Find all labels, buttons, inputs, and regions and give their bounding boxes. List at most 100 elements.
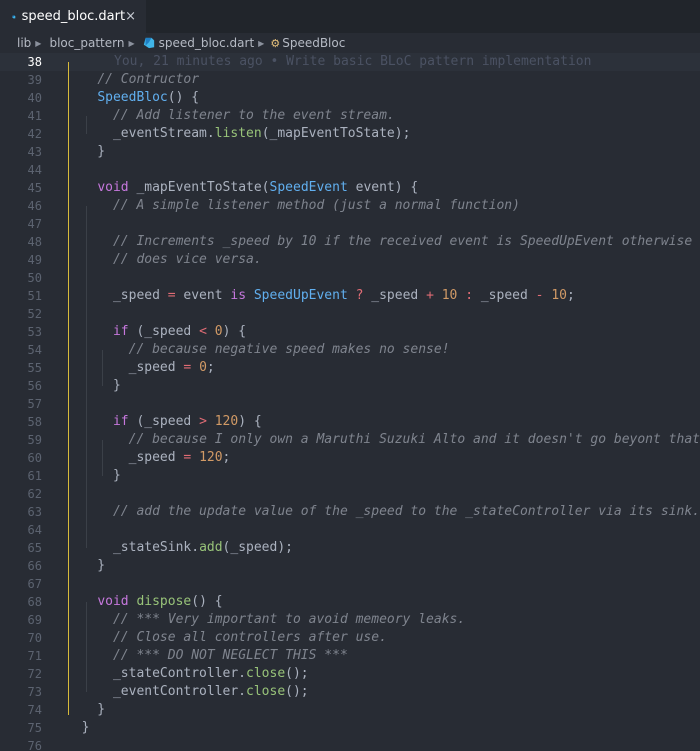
code-line[interactable]: 43 } — [0, 143, 700, 161]
dart-file-icon — [143, 37, 154, 49]
indent-guide-constructor — [86, 116, 87, 134]
code-text: _speed = 0; — [66, 360, 215, 375]
line-number: 62 — [27, 487, 42, 501]
code-text: // because negative speed makes no sense… — [128, 342, 450, 357]
line-number: 48 — [27, 235, 42, 249]
code-line[interactable]: 65 _stateSink.add(_speed); — [0, 539, 700, 557]
code-editor[interactable]: 38 You, 21 minutes ago • Write basic BLoC… — [0, 53, 700, 751]
code-text: _stateSink.add(_speed); — [66, 540, 293, 555]
line-number: 42 — [27, 127, 42, 141]
line-number: 49 — [27, 253, 42, 267]
code-text: SpeedBloc() { — [97, 90, 200, 105]
code-text: _eventController.close(); — [66, 684, 309, 699]
code-line[interactable]: 40 SpeedBloc() { — [0, 89, 700, 107]
code-line[interactable]: 73 _eventController.close(); — [0, 683, 700, 701]
line-number: 66 — [27, 559, 42, 573]
code-text: // Close all controllers after use. — [112, 630, 387, 645]
code-line[interactable]: 41 // Add listener to the event stream. — [0, 107, 700, 125]
code-line[interactable]: 62 — [0, 485, 700, 503]
tab-speed-bloc[interactable]: speed_bloc.dart × — [0, 0, 146, 35]
code-text: if (_speed > 120) { — [112, 414, 262, 429]
code-text: // does vice versa. — [112, 252, 262, 267]
line-number: 53 — [27, 325, 42, 339]
line-number: 38 — [27, 55, 42, 69]
code-line[interactable]: 55 _speed = 0; — [0, 359, 700, 377]
code-line[interactable]: 69 // *** Very important to avoid memeor… — [0, 611, 700, 629]
code-line[interactable]: 52 — [0, 305, 700, 323]
line-number: 39 — [27, 73, 42, 87]
line-number: 46 — [27, 199, 42, 213]
code-line[interactable]: 49 // does vice versa. — [0, 251, 700, 269]
code-line[interactable]: 76 — [0, 737, 700, 751]
tab-label: speed_bloc.dart — [21, 9, 126, 24]
indent-guide-if-upper — [102, 440, 103, 476]
line-number: 60 — [27, 451, 42, 465]
line-number: 76 — [27, 739, 42, 751]
code-line[interactable]: 63 // add the update value of the _speed… — [0, 503, 700, 521]
code-line[interactable]: 67 — [0, 575, 700, 593]
line-number: 74 — [27, 703, 42, 717]
code-text: if (_speed < 0) { — [112, 324, 247, 339]
line-number: 59 — [27, 433, 42, 447]
line-number: 67 — [27, 577, 42, 591]
code-line[interactable]: 53 if (_speed < 0) { — [0, 323, 700, 341]
line-number: 45 — [27, 181, 42, 195]
line-number: 47 — [27, 217, 42, 231]
code-line[interactable]: 72 _stateController.close(); — [0, 665, 700, 683]
line-number: 41 — [27, 109, 42, 123]
line-number: 65 — [27, 541, 42, 555]
chevron-right-icon: ▶ — [258, 38, 265, 48]
line-number: 57 — [27, 397, 42, 411]
code-text: void _mapEventToState(SpeedEvent event) … — [97, 180, 419, 195]
code-text: // add the update value of the _speed to… — [112, 504, 700, 519]
code-line[interactable]: 57 — [0, 395, 700, 413]
line-number: 51 — [27, 289, 42, 303]
code-line[interactable]: 47 — [0, 215, 700, 233]
code-text: _eventStream.listen(_mapEventToState); — [66, 126, 411, 141]
indent-guide-dispose — [86, 602, 87, 692]
code-text: // Increments _speed by 10 if the receiv… — [112, 234, 693, 249]
code-line[interactable]: 50 — [0, 269, 700, 287]
code-line[interactable]: 66 } — [0, 557, 700, 575]
code-line[interactable]: 58 if (_speed > 120) { — [0, 413, 700, 431]
code-line[interactable]: 68 void dispose() { — [0, 593, 700, 611]
code-line[interactable]: 60 _speed = 120; — [0, 449, 700, 467]
line-number: 40 — [27, 91, 42, 105]
code-text: } — [66, 468, 121, 483]
code-line[interactable]: 45 void _mapEventToState(SpeedEvent even… — [0, 179, 700, 197]
code-line[interactable]: 61 } — [0, 467, 700, 485]
code-line[interactable]: 75 } — [0, 719, 700, 737]
code-line[interactable]: 54 // because negative speed makes no se… — [0, 341, 700, 359]
breadcrumb-lib[interactable]: lib — [17, 36, 31, 50]
code-text: _speed = 120; — [66, 450, 231, 465]
code-line[interactable]: 38 You, 21 minutes ago • Write basic BLoC… — [0, 53, 700, 71]
code-text: } — [66, 702, 106, 717]
code-text: // *** DO NOT NEGLECT THIS *** — [112, 648, 348, 663]
breadcrumb-bloc-pattern[interactable]: bloc_pattern — [49, 36, 124, 50]
close-icon[interactable]: × — [125, 9, 136, 24]
code-text: // Contructor — [97, 72, 200, 87]
code-text: } — [66, 720, 90, 735]
code-line[interactable]: 51 _speed = event is SpeedUpEvent ? _spe… — [0, 287, 700, 305]
line-number: 58 — [27, 415, 42, 429]
code-line[interactable]: 44 — [0, 161, 700, 179]
code-line[interactable]: 56 } — [0, 377, 700, 395]
line-number: 72 — [27, 667, 42, 681]
code-line[interactable]: 71 // *** DO NOT NEGLECT THIS *** — [0, 647, 700, 665]
code-line[interactable]: 39 // Contructor — [0, 71, 700, 89]
code-text: // because I only own a Maruthi Suzuki A… — [128, 432, 700, 447]
breadcrumb-file[interactable]: speed_bloc.dart — [159, 36, 255, 50]
line-number: 52 — [27, 307, 42, 321]
code-line[interactable]: 48 // Increments _speed by 10 if the rec… — [0, 233, 700, 251]
code-text: // *** Very important to avoid memeory l… — [112, 612, 466, 627]
line-number: 55 — [27, 361, 42, 375]
line-number: 43 — [27, 145, 42, 159]
code-line[interactable]: 74 } — [0, 701, 700, 719]
code-line[interactable]: 42 _eventStream.listen(_mapEventToState)… — [0, 125, 700, 143]
code-line[interactable]: 59 // because I only own a Maruthi Suzuk… — [0, 431, 700, 449]
breadcrumb-class[interactable]: SpeedBloc — [282, 36, 345, 50]
code-line[interactable]: 46 // A simple listener method (just a n… — [0, 197, 700, 215]
code-line[interactable]: 64 — [0, 521, 700, 539]
code-text: } — [66, 558, 106, 573]
code-line[interactable]: 70 // Close all controllers after use. — [0, 629, 700, 647]
